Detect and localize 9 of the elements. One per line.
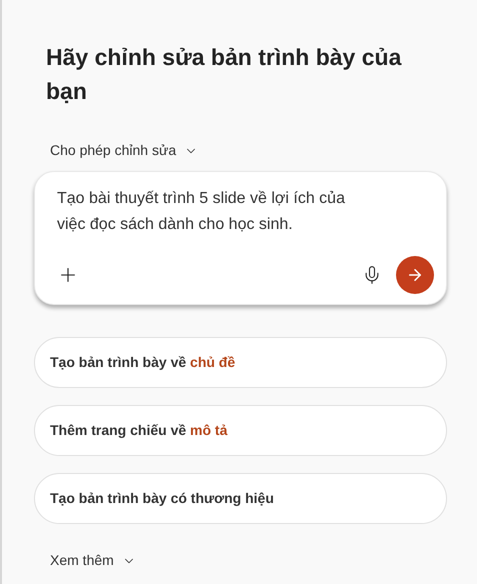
prompt-field[interactable]: Tạo bài thuyết trình 5 slide về lợi ích của việc đọc sách dành cho học sinh. (57, 186, 424, 238)
send-button[interactable] (396, 256, 434, 294)
mode-dropdown[interactable]: Cho phép chỉnh sửa (50, 140, 198, 161)
see-more-button[interactable]: Xem thêm (50, 550, 136, 571)
arrow-right-icon (406, 266, 424, 284)
suggestion-chip[interactable]: Tạo bản trình bày về chủ đề (34, 337, 447, 388)
suggestion-chip[interactable]: Thêm trang chiếu về mô tả (34, 405, 447, 456)
suggestion-chip[interactable]: Tạo bản trình bày có thương hiệu (34, 473, 447, 524)
page-title: Hãy chỉnh sửa bản trình bày của bạn (46, 43, 402, 106)
